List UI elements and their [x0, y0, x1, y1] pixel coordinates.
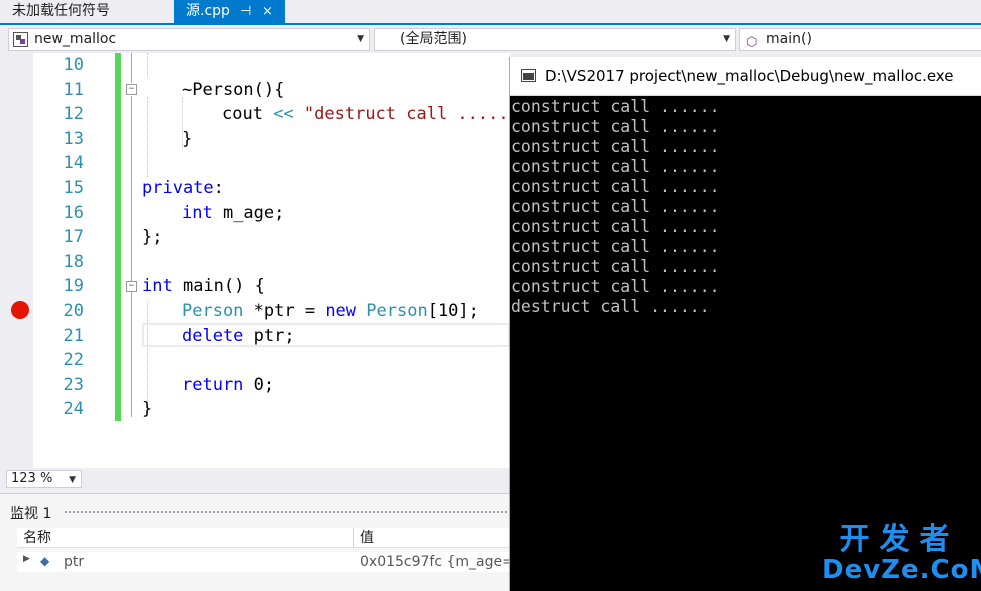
watch-panel: 监视 1 名称 值 ▶ ◆ ptr 0x015c97fc {m_age=0x — [0, 493, 510, 591]
console-line: construct call ...... — [511, 257, 720, 276]
chevron-down-icon: ▼ — [357, 34, 364, 44]
method-icon: ⬡ — [746, 35, 758, 50]
change-tracking-bar — [115, 53, 121, 421]
code-line-23[interactable]: return 0; — [182, 373, 274, 398]
column-header-name[interactable]: 名称 — [23, 528, 51, 548]
watermark-line-2: DevZe.CoM — [822, 555, 981, 585]
watch-panel-title[interactable]: 监视 1 — [10, 503, 51, 523]
close-icon[interactable]: × — [262, 0, 273, 23]
glyph-margin[interactable] — [0, 53, 33, 468]
project-icon — [13, 32, 28, 47]
outline-line — [131, 96, 132, 296]
project-dropdown[interactable]: new_malloc ▼ — [8, 28, 370, 51]
console-line: construct call ...... — [511, 217, 720, 236]
watermark-line-1: 开发者 — [839, 522, 960, 557]
line-number: 15 — [63, 178, 84, 198]
navigation-bar: new_malloc ▼ (全局范围) ▼ ⬡ main() — [0, 27, 981, 53]
line-number: 16 — [63, 202, 84, 223]
document-tab-strip: 未加载任何符号 源.cpp ⊣ × — [0, 0, 981, 25]
line-number: 12 — [63, 104, 84, 125]
tab-no-symbols-loaded[interactable]: 未加载任何符号 — [0, 0, 174, 23]
console-line: construct call ...... — [511, 177, 720, 196]
scope-dropdown[interactable]: (全局范围) ▼ — [374, 28, 736, 51]
line-number: 13 — [63, 128, 84, 149]
line-number: 23 — [63, 374, 84, 395]
code-line-24[interactable]: } — [142, 397, 152, 422]
tab-source-cpp[interactable]: 源.cpp ⊣ × — [174, 0, 285, 23]
console-line: construct call ...... — [511, 197, 720, 216]
code-line-20[interactable]: Person *ptr = new Person[10]; — [182, 299, 479, 324]
editor-status-strip: 123 % ▼ — [0, 468, 510, 490]
console-line: construct call ...... — [511, 137, 720, 156]
tab-label: 未加载任何符号 — [12, 3, 110, 19]
scope-name: (全局范围) — [400, 31, 467, 47]
expand-arrow-icon[interactable]: ▶ — [23, 554, 30, 564]
code-line-13[interactable]: } — [182, 127, 192, 152]
code-line-15[interactable]: private: — [142, 176, 224, 201]
code-line-16[interactable]: int m_age; — [182, 201, 284, 226]
variable-icon: ◆ — [40, 554, 50, 568]
watch-row[interactable]: ▶ ◆ ptr 0x015c97fc {m_age=0x — [17, 552, 510, 572]
chevron-down-icon: ▼ — [723, 34, 730, 44]
console-line: construct call ...... — [511, 117, 720, 136]
line-number: 17 — [63, 227, 84, 248]
watch-variable-value: 0x015c97fc {m_age=0x — [360, 554, 510, 570]
console-title: D:\VS2017 project\new_malloc\Debug\new_m… — [545, 67, 954, 85]
collapse-toggle[interactable]: − — [126, 281, 137, 292]
line-number: 10 — [63, 55, 84, 75]
line-number: 20 — [63, 301, 84, 321]
indent-guide — [147, 97, 148, 177]
watch-variable-name: ptr — [64, 554, 85, 570]
watch-header-row: 名称 值 — [17, 528, 510, 548]
code-line-17[interactable]: }; — [142, 225, 162, 250]
line-number: 22 — [63, 350, 84, 371]
chevron-down-icon: ▼ — [69, 475, 76, 485]
code-line-21[interactable]: delete ptr; — [182, 324, 295, 349]
console-line: construct call ...... — [511, 237, 720, 256]
console-line: destruct call ...... — [511, 297, 710, 316]
console-output: construct call ...... construct call ...… — [511, 97, 981, 317]
member-name: main() — [766, 31, 812, 47]
code-editor[interactable]: 10 11 12 13 14 15 16 17 18 19 20 21 22 2… — [0, 53, 519, 468]
indent-guide — [147, 53, 148, 77]
column-header-value[interactable]: 值 — [360, 528, 374, 548]
console-line: construct call ...... — [511, 157, 720, 176]
console-title-bar[interactable]: D:\VS2017 project\new_malloc\Debug\new_m… — [510, 57, 981, 96]
console-line: construct call ...... — [511, 97, 720, 116]
panel-grip[interactable] — [64, 510, 510, 515]
line-number: 14 — [63, 153, 84, 174]
code-line-19[interactable]: int main() { — [142, 274, 265, 299]
project-name: new_malloc — [34, 31, 117, 47]
console-app-icon — [521, 69, 536, 82]
outline-line — [131, 53, 132, 83]
pin-icon[interactable]: ⊣ — [240, 0, 251, 23]
code-line-12[interactable]: cout << "destruct call ...... — [222, 102, 519, 127]
zoom-dropdown[interactable]: 123 % ▼ — [6, 470, 82, 488]
console-window[interactable]: D:\VS2017 project\new_malloc\Debug\new_m… — [509, 57, 981, 591]
line-number: 18 — [63, 251, 84, 272]
line-number: 24 — [63, 399, 84, 420]
line-number: 19 — [63, 276, 84, 297]
console-line: construct call ...... — [511, 277, 720, 296]
line-number: 21 — [63, 325, 84, 346]
zoom-level: 123 % — [11, 471, 53, 486]
collapse-toggle[interactable]: − — [126, 84, 137, 95]
watermark-logo: 开发者 DevZe.CoM — [822, 522, 981, 585]
outline-line — [131, 293, 132, 417]
breakpoint-icon[interactable] — [11, 301, 29, 319]
tab-label: 源.cpp — [186, 3, 230, 19]
code-line-11[interactable]: ~Person(){ — [182, 78, 284, 103]
line-number: 11 — [63, 79, 84, 100]
member-dropdown[interactable]: ⬡ main() — [739, 28, 981, 51]
column-divider[interactable] — [353, 528, 354, 548]
